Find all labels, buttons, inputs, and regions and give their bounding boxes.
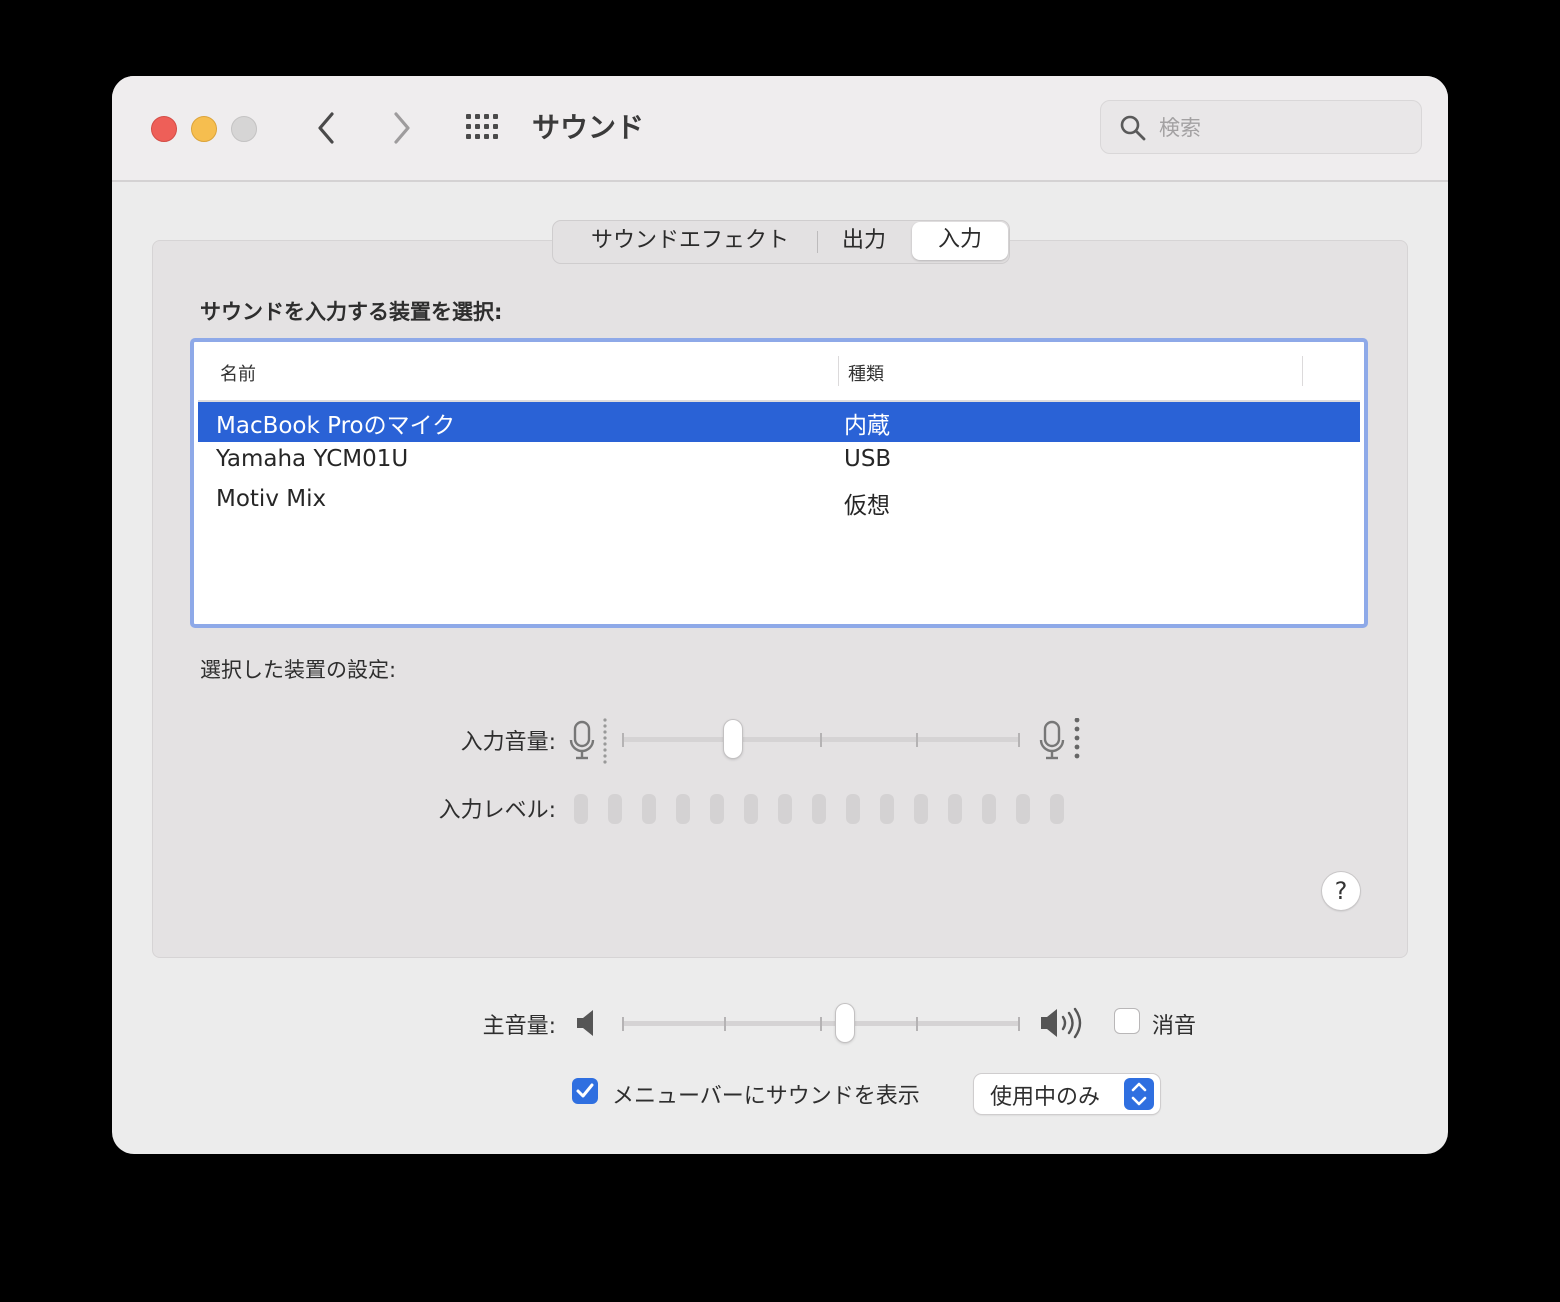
forward-button[interactable] (382, 106, 422, 150)
device-type: 内蔵 (844, 413, 890, 439)
updown-arrows-icon (1124, 1078, 1154, 1110)
help-button[interactable]: ? (1322, 872, 1360, 910)
input-volume-label: 入力音量: (460, 730, 556, 755)
close-icon[interactable] (151, 116, 177, 142)
slider-tick (1018, 1017, 1020, 1031)
speaker-low-icon (577, 1010, 593, 1036)
slider-tick (916, 1017, 918, 1031)
level-led (608, 794, 622, 824)
tab-bar: サウンドエフェクト 出力 入力 (552, 220, 1010, 264)
level-led (778, 794, 792, 824)
level-led (812, 794, 826, 824)
level-led (642, 794, 656, 824)
device-name: MacBook Proのマイク (216, 413, 456, 439)
search-field[interactable] (1100, 100, 1422, 154)
level-led (948, 794, 962, 824)
slider-knob[interactable] (835, 1004, 854, 1042)
device-name: Yamaha YCM01U (216, 446, 409, 472)
table-row[interactable]: Yamaha YCM01U USB (198, 442, 1360, 482)
device-type: USB (844, 446, 892, 472)
level-led (574, 794, 588, 824)
mute-label: 消音 (1152, 1014, 1197, 1039)
column-divider (1302, 356, 1303, 386)
show-in-menubar-label: メニューバーにサウンドを表示 (612, 1084, 920, 1109)
slider-tick (622, 733, 624, 747)
device-settings-label: 選択した装置の設定: (200, 658, 397, 682)
table-row[interactable]: MacBook Proのマイク 内蔵 (198, 402, 1360, 442)
slider-knob[interactable] (724, 720, 743, 758)
help-icon: ? (1334, 877, 1348, 905)
level-led (880, 794, 894, 824)
slider-tick (916, 733, 918, 747)
column-header-name[interactable]: 名前 (220, 360, 256, 386)
checkmark-icon (576, 1083, 594, 1098)
minimize-icon[interactable] (191, 116, 217, 142)
tab-separator (817, 231, 818, 253)
slider-tick (724, 1017, 726, 1031)
mute-checkbox[interactable] (1114, 1008, 1140, 1034)
device-name: Motiv Mix (216, 486, 327, 512)
column-header-type[interactable]: 種類 (848, 360, 884, 386)
forward-chevron-icon (394, 112, 410, 144)
level-led (982, 794, 996, 824)
tab-sound-effects[interactable]: サウンドエフェクト (565, 221, 815, 263)
input-level-label: 入力レベル: (438, 798, 556, 823)
level-led (710, 794, 724, 824)
slider-tick (1018, 733, 1020, 747)
show-in-menubar-checkbox[interactable] (572, 1078, 598, 1104)
show-all-button[interactable] (464, 112, 504, 144)
window-title: サウンド (532, 111, 645, 144)
microphone-icon (569, 718, 607, 764)
back-chevron-icon (318, 112, 334, 144)
level-led (676, 794, 690, 824)
level-led (1016, 794, 1030, 824)
slider-tick (622, 1017, 624, 1031)
microphone-icon (1039, 718, 1080, 760)
search-icon (1120, 115, 1146, 141)
table-header: 名前 種類 (198, 346, 1360, 402)
slider-tick (820, 733, 822, 747)
column-divider (838, 356, 839, 386)
level-led (846, 794, 860, 824)
menubar-display-popup[interactable]: 使用中のみ (974, 1074, 1160, 1114)
toolbar: サウンド (112, 76, 1448, 182)
tab-output[interactable]: 出力 (825, 221, 903, 263)
device-table[interactable]: 名前 種類 MacBook Proのマイク 内蔵 Yamaha YCM01U U… (190, 338, 1368, 628)
back-button[interactable] (308, 106, 348, 150)
level-led (1050, 794, 1064, 824)
grid-icon (466, 114, 498, 139)
speaker-high-icon (1041, 1007, 1082, 1039)
table-row[interactable]: Motiv Mix 仮想 (198, 482, 1360, 522)
level-led (744, 794, 758, 824)
device-list-label: サウンドを入力する装置を選択: (200, 300, 503, 324)
device-type: 仮想 (844, 493, 890, 519)
zoom-icon[interactable] (231, 116, 257, 142)
search-input[interactable] (1157, 109, 1411, 147)
slider-tick (820, 1017, 822, 1031)
output-volume-label: 主音量: (482, 1014, 556, 1039)
tab-input[interactable]: 入力 (912, 222, 1008, 260)
popup-value: 使用中のみ (990, 1085, 1101, 1110)
device-table-body: 名前 種類 MacBook Proのマイク 内蔵 Yamaha YCM01U U… (198, 346, 1360, 620)
sound-preferences-window: サウンド サウンドエフェクト 出力 入力 サウンドを入力する装置を選択: 名前 … (112, 76, 1448, 1154)
level-led (914, 794, 928, 824)
